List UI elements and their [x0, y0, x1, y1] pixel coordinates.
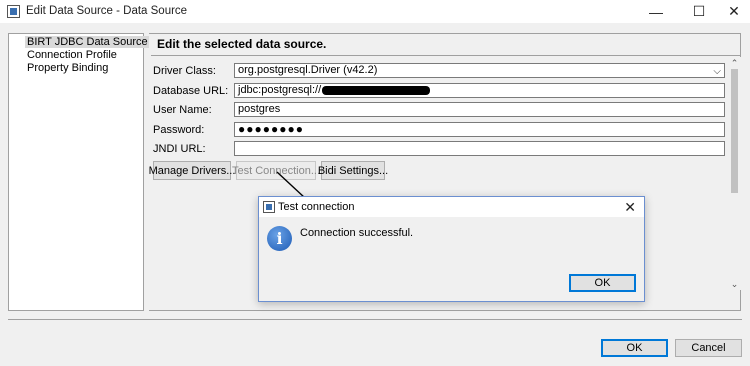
- edit-data-source-window: Edit Data Source - Data Source — ☐ ✕ BIR…: [0, 0, 750, 366]
- database-url-value: jdbc:postgresql://: [238, 84, 322, 96]
- minimize-button[interactable]: —: [636, 0, 676, 23]
- scroll-down-icon[interactable]: ⌄: [728, 278, 741, 290]
- test-connection-dialog: Test connection ✕ i Connection successfu…: [258, 196, 645, 302]
- jndi-url-field[interactable]: [234, 141, 725, 156]
- tree-item-connection-profile[interactable]: Connection Profile: [27, 49, 117, 61]
- close-button[interactable]: ✕: [714, 0, 750, 23]
- password-label: Password:: [153, 124, 205, 136]
- maximize-button[interactable]: ☐: [679, 0, 719, 23]
- test-connection-button[interactable]: Test Connection...: [232, 161, 320, 180]
- tree-item-property-binding[interactable]: Property Binding: [27, 62, 108, 74]
- user-name-field[interactable]: postgres: [234, 102, 725, 117]
- title-bar: Edit Data Source - Data Source — ☐ ✕: [0, 0, 750, 23]
- scroll-up-icon[interactable]: ⌃: [728, 57, 741, 69]
- title-divider: [151, 55, 741, 56]
- redaction-mark: [322, 85, 431, 95]
- cancel-button[interactable]: Cancel: [675, 339, 742, 357]
- chevron-down-icon[interactable]: ⌵: [713, 65, 721, 77]
- dialog-close-icon[interactable]: ✕: [624, 199, 636, 216]
- info-icon: i: [267, 226, 292, 251]
- ok-button[interactable]: OK: [601, 339, 668, 357]
- bidi-settings-button[interactable]: Bidi Settings...: [318, 161, 388, 180]
- tree-item-birt-jdbc-data-source[interactable]: BIRT JDBC Data Source: [25, 36, 150, 48]
- section-title: Edit the selected data source.: [157, 37, 327, 51]
- database-url-field[interactable]: jdbc:postgresql://: [234, 83, 725, 98]
- window-title: Edit Data Source - Data Source: [26, 5, 188, 17]
- vertical-scrollbar[interactable]: ⌃ ⌄: [728, 57, 741, 290]
- category-tree: BIRT JDBC Data Source Connection Profile…: [8, 33, 150, 311]
- dialog-app-icon: [263, 201, 275, 213]
- driver-class-select[interactable]: org.postgresql.Driver (v42.2) ⌵: [234, 63, 725, 78]
- scroll-thumb[interactable]: [731, 69, 738, 193]
- dialog-message: Connection successful.: [300, 227, 414, 239]
- manage-drivers-button[interactable]: Manage Drivers...: [149, 161, 235, 180]
- database-url-label: Database URL:: [153, 85, 229, 97]
- jndi-url-label: JNDI URL:: [153, 143, 206, 155]
- dialog-title-bar: Test connection ✕: [259, 197, 644, 217]
- app-icon: [7, 5, 20, 18]
- dialog-ok-button[interactable]: OK: [569, 274, 636, 292]
- dialog-title: Test connection: [278, 201, 355, 213]
- driver-class-value: org.postgresql.Driver (v42.2): [238, 64, 378, 76]
- user-name-label: User Name:: [153, 104, 212, 116]
- password-field[interactable]: ●●●●●●●●: [234, 122, 725, 137]
- driver-class-label: Driver Class:: [153, 65, 216, 77]
- footer-divider: [8, 319, 742, 320]
